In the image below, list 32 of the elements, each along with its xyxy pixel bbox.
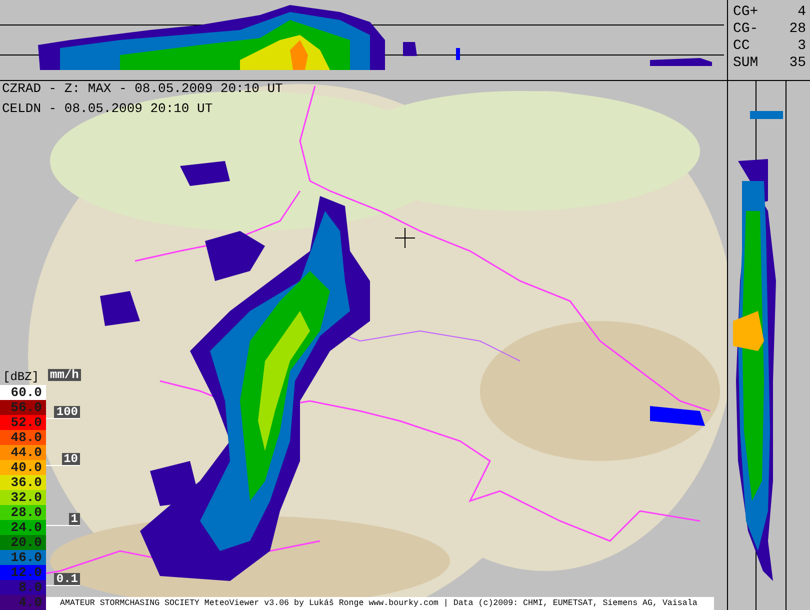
stat-value: 28 — [789, 21, 806, 38]
legend-step: 20.0 — [0, 535, 46, 550]
rain-scale-unit: mm/h — [48, 369, 81, 381]
legend-step: 56.0 — [0, 400, 46, 415]
map-caption: CELDN - 08.05.2009 20:10 UT — [2, 101, 214, 117]
legend-step: 28.0 — [0, 505, 46, 520]
legend-step: 16.0 — [0, 550, 46, 565]
legend-step: 44.0 — [0, 445, 46, 460]
map-caption: CZRAD - Z: MAX - 08.05.2009 20:10 UT — [2, 81, 283, 97]
legend-step: 4.0 — [0, 595, 46, 610]
legend-step: 24.0 — [0, 520, 46, 535]
legend-step: 36.0 — [0, 475, 46, 490]
legend-step: 32.0 — [0, 490, 46, 505]
rain-scale-label: 100 — [54, 406, 80, 418]
legend-step: 48.0 — [0, 430, 46, 445]
legend-step: 40.0 — [0, 460, 46, 475]
rain-scale-label: 1 — [68, 513, 80, 525]
legend-unit: [dBZ] — [2, 370, 40, 385]
rain-scale-label: 10 — [62, 453, 80, 465]
stat-value: 4 — [798, 4, 806, 21]
rain-scale-label: 0.1 — [54, 573, 80, 585]
credits-text: AMATEUR STORMCHASING SOCIETY MeteoViewer v3.06 by Lukáš Ronge www.bourky.com | Data (c)2009: CHMI, EUMETSAT, Siemens AG, Vaisala — [46, 597, 714, 610]
stat-label: SUM — [733, 55, 758, 72]
legend-step: 60.0 — [0, 385, 46, 400]
legend-step: 52.0 — [0, 415, 46, 430]
stat-label: CC — [733, 38, 750, 55]
stat-value: 35 — [789, 55, 806, 72]
stat-label: CG+ — [733, 4, 758, 21]
stat-label: CG- — [733, 21, 758, 38]
legend-step: 8.0 — [0, 580, 46, 595]
legend-step: 12.0 — [0, 565, 46, 580]
stat-value: 3 — [798, 38, 806, 55]
